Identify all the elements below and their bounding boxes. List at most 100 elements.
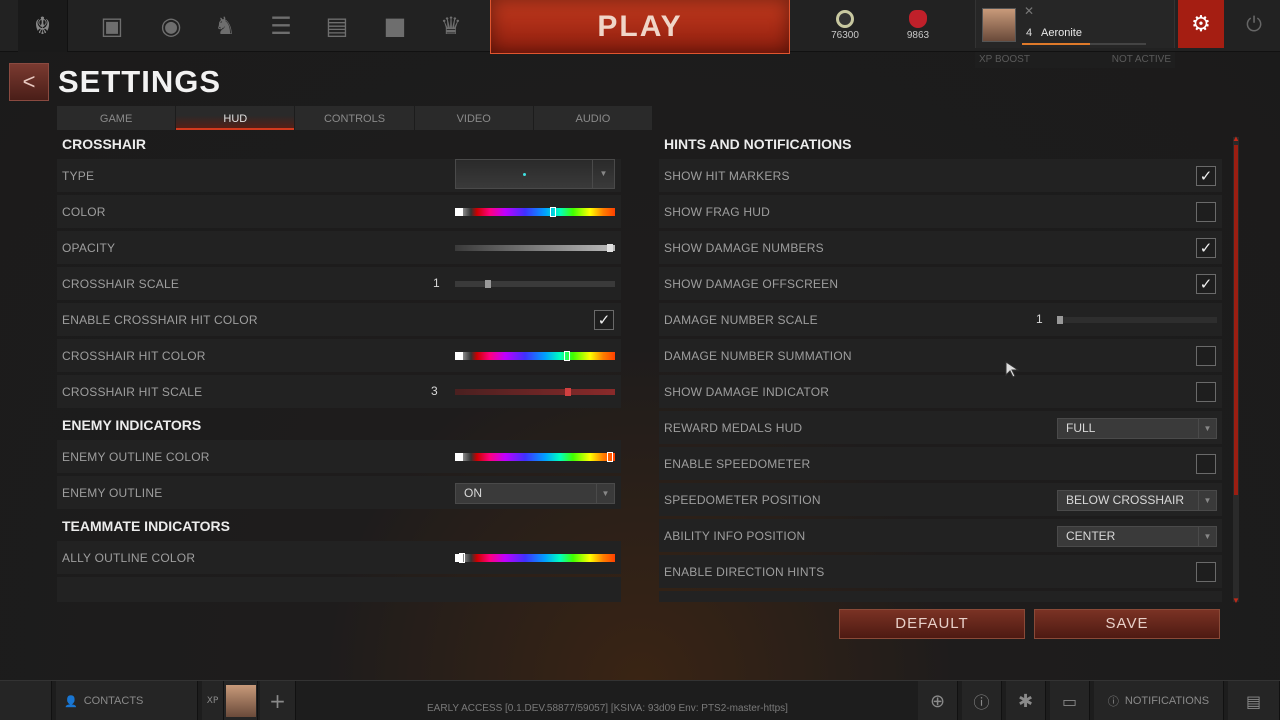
crosshair-type-select[interactable]: ▼ bbox=[455, 159, 615, 189]
reward-medals-select[interactable]: FULL ▼ bbox=[1057, 418, 1217, 439]
crosshair-color-picker[interactable] bbox=[455, 207, 615, 217]
champion-icon[interactable]: ♞ bbox=[197, 0, 253, 52]
social-toggle[interactable] bbox=[0, 681, 52, 720]
show-damage-indicator-checkbox[interactable] bbox=[1196, 382, 1216, 402]
damage-number-scale-slider[interactable] bbox=[1057, 316, 1217, 324]
bug-report-icon[interactable]: ✱ bbox=[1006, 681, 1046, 720]
favor-currency[interactable]: 76300 bbox=[815, 10, 875, 41]
add-party-icon[interactable]: + bbox=[260, 681, 296, 720]
setting-row-show-frag-hud: SHOW FRAG HUD bbox=[659, 195, 1222, 228]
mouse-cursor-icon bbox=[1005, 361, 1020, 378]
setting-label: DAMAGE NUMBER SCALE bbox=[664, 313, 818, 327]
setting-row-partial bbox=[57, 577, 621, 602]
damage-number-summation-checkbox[interactable] bbox=[1196, 346, 1216, 366]
tab-game[interactable]: GAME bbox=[57, 106, 177, 130]
setting-label: ENEMY OUTLINE bbox=[62, 486, 163, 500]
hit-scale-value: 3 bbox=[431, 384, 438, 398]
chat-icon[interactable]: ▭ bbox=[1050, 681, 1090, 720]
xp-boost-status: NOT ACTIVE bbox=[1111, 54, 1171, 65]
default-button[interactable]: DEFAULT bbox=[839, 609, 1025, 639]
player-level: 4 bbox=[1026, 27, 1033, 39]
select-value: ON bbox=[464, 486, 482, 500]
power-icon[interactable]: ⏻ bbox=[1232, 12, 1276, 36]
setting-label: REWARD MEDALS HUD bbox=[664, 421, 803, 435]
party-avatar[interactable] bbox=[224, 681, 258, 720]
hit-color-picker[interactable] bbox=[455, 351, 615, 361]
top-bar: ☬ ▣ ◉ ♞ ☰ ▤ ■ ♛ PLAY 76300 9863 ✕ 4 Aero… bbox=[0, 0, 1280, 54]
menu-panel-icon[interactable]: ▤ bbox=[1228, 681, 1280, 720]
show-frag-hud-checkbox[interactable] bbox=[1196, 202, 1216, 222]
quake-logo-icon[interactable]: ☬ bbox=[18, 0, 68, 52]
version-info: EARLY ACCESS [0.1.DEV.58877/59057] [KSIV… bbox=[427, 703, 788, 714]
crosshair-scale-slider[interactable] bbox=[455, 280, 615, 288]
avatar bbox=[982, 8, 1016, 42]
color-knob[interactable] bbox=[550, 207, 556, 217]
page-title: SETTINGS bbox=[58, 64, 222, 99]
setting-label: TYPE bbox=[62, 169, 95, 183]
show-damage-numbers-checkbox[interactable]: ✓ bbox=[1196, 238, 1216, 258]
gear-icon[interactable]: ⚙ bbox=[1178, 0, 1224, 48]
chevron-down-icon: ▼ bbox=[596, 484, 614, 503]
enemy-outline-select[interactable]: ON ▼ bbox=[455, 483, 615, 504]
back-button[interactable]: < bbox=[9, 63, 49, 101]
contacts-button[interactable]: 👤 CONTACTS bbox=[56, 681, 198, 720]
hud-settings-right-panel: HINTS AND NOTIFICATIONS SHOW HIT MARKERS… bbox=[659, 132, 1222, 602]
save-button[interactable]: SAVE bbox=[1034, 609, 1220, 639]
tab-video[interactable]: VIDEO bbox=[415, 106, 534, 130]
hit-scale-slider[interactable] bbox=[455, 388, 615, 396]
slider-knob[interactable] bbox=[565, 388, 571, 396]
xp-boost-bar: XP BOOST NOT ACTIVE bbox=[975, 52, 1175, 68]
globe-icon[interactable]: ⊕ bbox=[918, 681, 958, 720]
close-icon[interactable]: ✕ bbox=[1024, 4, 1034, 18]
show-hit-markers-checkbox[interactable]: ✓ bbox=[1196, 166, 1216, 186]
opacity-slider[interactable] bbox=[455, 244, 615, 252]
info-icon[interactable]: ⓘ bbox=[962, 681, 1002, 720]
settings-scrollbar[interactable]: ▲ ▼ bbox=[1232, 134, 1240, 605]
ally-outline-color-picker[interactable] bbox=[455, 553, 615, 563]
tab-controls[interactable]: CONTROLS bbox=[295, 106, 415, 130]
color-knob[interactable] bbox=[459, 553, 465, 563]
select-value: FULL bbox=[1066, 421, 1096, 435]
ability-info-position-select[interactable]: CENTER ▼ bbox=[1057, 526, 1217, 547]
tab-audio[interactable]: AUDIO bbox=[534, 106, 654, 130]
shield-ring-icon[interactable]: ◉ bbox=[143, 0, 199, 52]
section-crosshair: CROSSHAIR bbox=[62, 136, 147, 152]
scroll-icon[interactable]: ▤ bbox=[309, 0, 365, 52]
book-icon[interactable]: ▣ bbox=[84, 0, 140, 52]
notifications-label: NOTIFICATIONS bbox=[1124, 695, 1210, 707]
xp-progress-bar bbox=[1022, 43, 1146, 45]
scroll-down-icon[interactable]: ▼ bbox=[1232, 596, 1240, 605]
setting-label: SPEEDOMETER POSITION bbox=[664, 493, 821, 507]
enable-hit-color-checkbox[interactable]: ✓ bbox=[594, 310, 614, 330]
contacts-icon: 👤 bbox=[64, 694, 78, 708]
color-knob[interactable] bbox=[564, 351, 570, 361]
camera-icon[interactable]: ■ bbox=[367, 0, 423, 52]
shard-amount: 9863 bbox=[906, 30, 930, 41]
checklist-icon[interactable]: ☰ bbox=[253, 0, 309, 52]
enable-speedometer-checkbox[interactable] bbox=[1196, 454, 1216, 474]
profile-card[interactable]: ✕ 4 Aeronite bbox=[975, 0, 1175, 48]
slider-knob[interactable] bbox=[485, 280, 491, 288]
show-damage-offscreen-checkbox[interactable]: ✓ bbox=[1196, 274, 1216, 294]
setting-label: ENABLE SPEEDOMETER bbox=[664, 457, 811, 471]
color-knob[interactable] bbox=[607, 452, 613, 462]
scroll-up-icon[interactable]: ▲ bbox=[1232, 134, 1240, 143]
shard-currency[interactable]: 9863 bbox=[888, 10, 948, 41]
enemy-outline-color-picker[interactable] bbox=[455, 452, 615, 462]
slider-knob[interactable] bbox=[1057, 316, 1063, 324]
xp-boost-label: XP BOOST bbox=[979, 54, 1030, 65]
setting-row-damage-number-summation: DAMAGE NUMBER SUMMATION bbox=[659, 339, 1222, 372]
speedometer-position-select[interactable]: BELOW CROSSHAIR ▼ bbox=[1057, 490, 1217, 511]
scrollbar-thumb[interactable] bbox=[1234, 145, 1238, 495]
setting-label: ALLY OUTLINE COLOR bbox=[62, 551, 196, 565]
tab-hud[interactable]: HUD bbox=[176, 106, 296, 130]
select-value: CENTER bbox=[1066, 529, 1116, 543]
notifications-button[interactable]: ⓘ NOTIFICATIONS bbox=[1094, 681, 1224, 720]
opacity-knob[interactable] bbox=[607, 244, 613, 252]
setting-row-reward-medals: REWARD MEDALS HUD FULL ▼ bbox=[659, 411, 1222, 444]
play-button[interactable]: PLAY bbox=[490, 0, 790, 54]
setting-label: CROSSHAIR SCALE bbox=[62, 277, 180, 291]
trophy-icon[interactable]: ♛ bbox=[423, 0, 479, 52]
avatar bbox=[225, 685, 256, 717]
enable-direction-hints-checkbox[interactable] bbox=[1196, 562, 1216, 582]
